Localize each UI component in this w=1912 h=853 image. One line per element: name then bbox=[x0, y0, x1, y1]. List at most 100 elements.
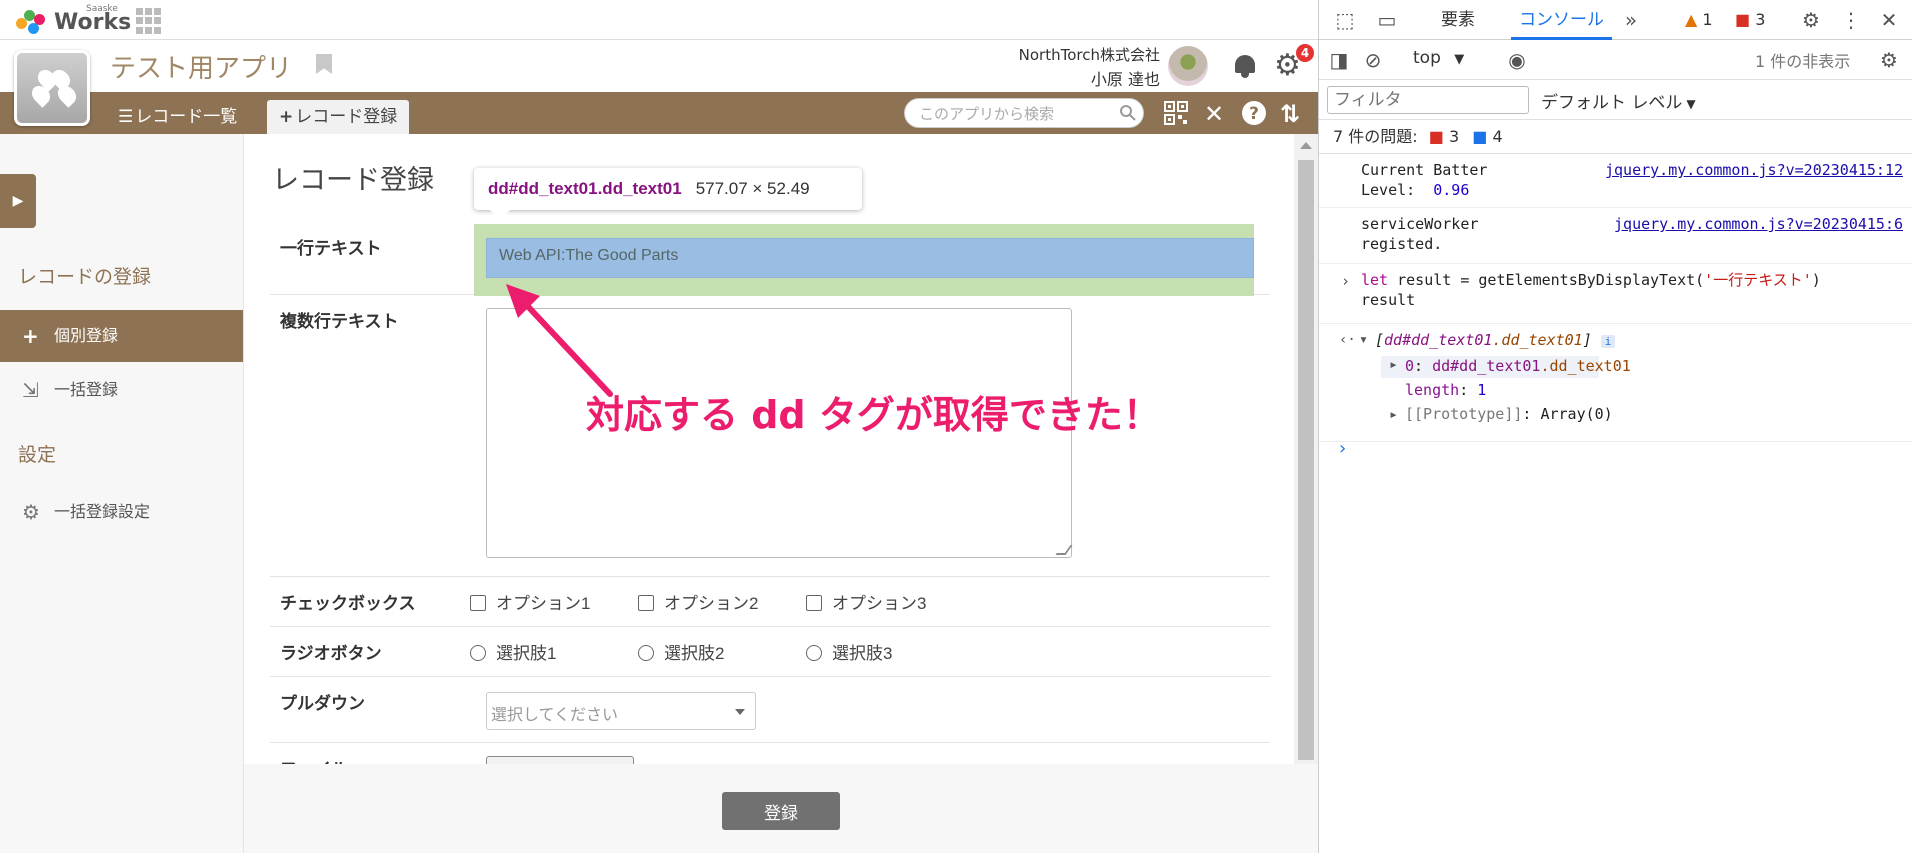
checkbox-option[interactable]: オプション1 bbox=[470, 589, 590, 614]
radio[interactable] bbox=[470, 645, 486, 661]
context-select[interactable]: top ▼ bbox=[1413, 48, 1464, 68]
hidden-count: 1 件の非表示 bbox=[1755, 52, 1851, 71]
issues-bar[interactable]: 7 件の問題: ■ 3 ■ 4 bbox=[1319, 120, 1912, 154]
result-item-0[interactable]: 0: dd#dd_text01.dd_text01 bbox=[1405, 356, 1631, 376]
works-logo[interactable]: Saaske Works bbox=[12, 4, 131, 36]
settings-gear-icon[interactable]: ⚙ bbox=[1799, 8, 1823, 32]
option-label: オプション3 bbox=[832, 594, 927, 613]
company-name: NorthTorch株式会社 bbox=[1018, 46, 1160, 64]
search-input[interactable] bbox=[919, 103, 1109, 125]
checkbox[interactable] bbox=[470, 595, 486, 611]
triangle-down-icon[interactable]: ▾ bbox=[1359, 330, 1368, 348]
console-log-entry: Current Batter Level: 0.96 jquery.my.com… bbox=[1319, 154, 1912, 208]
field-label: 一行テキスト bbox=[280, 239, 382, 259]
console-prompt-icon[interactable]: › bbox=[1339, 438, 1346, 459]
kebab-menu-icon[interactable]: ⋮ bbox=[1839, 8, 1863, 32]
list-icon: ☰ bbox=[118, 107, 134, 127]
close-icon[interactable]: ✕ bbox=[1877, 8, 1901, 32]
tab-record-register[interactable]: + レコード登録 bbox=[267, 100, 410, 134]
avatar[interactable] bbox=[1168, 46, 1208, 86]
grid-icon[interactable] bbox=[136, 8, 162, 34]
notification-badge: 4 bbox=[1296, 44, 1314, 62]
inspect-tooltip: dd#dd_text01.dd_text01 577.07 × 52.49 bbox=[474, 168, 862, 220]
qr-code-icon[interactable] bbox=[1162, 100, 1190, 128]
console-command-entry: › let result = getElementsByDisplayText(… bbox=[1319, 264, 1912, 324]
option-label: 選択肢1 bbox=[496, 644, 557, 663]
single-line-text-input[interactable]: Web API:The Good Parts bbox=[486, 238, 1254, 278]
eye-icon[interactable]: ◉ bbox=[1505, 48, 1529, 72]
user-name: 小原 達也 bbox=[1090, 70, 1160, 89]
radio[interactable] bbox=[638, 645, 654, 661]
checkbox-option[interactable]: オプション2 bbox=[638, 589, 758, 614]
radio[interactable] bbox=[806, 645, 822, 661]
field-label: ファイル bbox=[280, 755, 348, 764]
sidebar-item-bulk-register[interactable]: ⇲ 一括登録 bbox=[0, 364, 243, 416]
sidebar-heading-settings: 設定 bbox=[18, 444, 57, 466]
warning-icon: ▲ bbox=[1685, 10, 1698, 29]
checkbox[interactable] bbox=[638, 595, 654, 611]
log-source-link[interactable]: jquery.my.common.js?v=20230415:6 bbox=[1614, 214, 1903, 234]
context-value: top bbox=[1413, 48, 1441, 68]
scrollbar[interactable] bbox=[1294, 134, 1318, 764]
radio-option[interactable]: 選択肢1 bbox=[470, 639, 556, 664]
warning-badge[interactable]: ▲ 1 bbox=[1685, 0, 1713, 40]
tab-record-list[interactable]: ☰ レコード一覧 bbox=[106, 100, 249, 134]
form-row-radio: ラジオボタン 選択肢1 選択肢2 選択肢3 bbox=[270, 626, 1270, 676]
scroll-thumb[interactable] bbox=[1298, 160, 1314, 760]
sync-icon[interactable]: ⇅ bbox=[1276, 100, 1304, 128]
help-icon[interactable]: ? bbox=[1240, 100, 1268, 128]
bookmark-icon[interactable] bbox=[316, 54, 332, 74]
form-row-checkbox: チェックボックス オプション1 オプション2 オプション3 bbox=[270, 576, 1270, 626]
sidebar-toggle-button[interactable]: ▶ bbox=[0, 174, 36, 228]
log-message: Current Batter Level: 0.96 bbox=[1361, 161, 1488, 199]
option-label: オプション2 bbox=[664, 594, 759, 613]
tab-elements[interactable]: 要素 bbox=[1441, 0, 1475, 40]
checkbox-option[interactable]: オプション3 bbox=[806, 589, 926, 614]
console-settings-icon[interactable]: ⚙ bbox=[1877, 48, 1901, 72]
radio-option[interactable]: 選択肢2 bbox=[638, 639, 724, 664]
scroll-up-icon[interactable] bbox=[1300, 142, 1312, 149]
bell-icon[interactable] bbox=[1232, 52, 1258, 80]
field-label: 複数行テキスト bbox=[280, 312, 399, 332]
sidebar-item-label: 一括登録設定 bbox=[54, 502, 151, 521]
checkbox[interactable] bbox=[806, 595, 822, 611]
triangle-right-icon[interactable]: ▸ bbox=[1389, 404, 1398, 424]
console-result-entry: ‹· ▾ [dd#dd_text01.dd_text01] i ▸ 0: dd#… bbox=[1319, 324, 1912, 442]
result-array[interactable]: [dd#dd_text01.dd_text01] i bbox=[1375, 330, 1616, 352]
chevron-down-icon bbox=[735, 709, 745, 715]
console-log-entry: serviceWorker registed. jquery.my.common… bbox=[1319, 208, 1912, 264]
log-message: serviceWorker registed. bbox=[1361, 215, 1479, 253]
more-tabs-icon[interactable]: » bbox=[1619, 8, 1643, 32]
log-level-select[interactable]: デフォルト レベル ▼ bbox=[1541, 88, 1696, 113]
logo-petal bbox=[28, 23, 39, 34]
app-search[interactable] bbox=[904, 98, 1144, 128]
annotation-text: 対応する dd タグが取得できた！ bbox=[586, 393, 1161, 437]
issues-info-count: 4 bbox=[1492, 127, 1503, 146]
log-source-link[interactable]: jquery.my.common.js?v=20230415:12 bbox=[1605, 160, 1903, 180]
search-icon[interactable] bbox=[1119, 104, 1137, 122]
device-toggle-icon[interactable]: ▭ bbox=[1375, 8, 1399, 32]
resize-handle[interactable] bbox=[1055, 545, 1073, 555]
sidebar-item-bulk-settings[interactable]: ⚙ 一括登録設定 bbox=[0, 486, 243, 538]
page-title: レコード登録 bbox=[272, 165, 434, 196]
submit-button[interactable]: 登録 bbox=[722, 792, 840, 830]
result-arrow-icon: ‹· bbox=[1339, 332, 1356, 348]
result-prototype[interactable]: [[Prototype]]: Array(0) bbox=[1405, 404, 1613, 424]
chevron-right-icon: › bbox=[1341, 272, 1351, 290]
sidebar-toggle-icon[interactable]: ◨ bbox=[1327, 48, 1351, 72]
error-badge[interactable]: ■ 3 bbox=[1735, 0, 1765, 40]
field-label: ラジオボタン bbox=[280, 644, 382, 664]
tools-icon[interactable]: ✕ bbox=[1200, 100, 1228, 128]
console-filter-bar: デフォルト レベル▼ bbox=[1319, 80, 1912, 120]
sidebar-item-single-register[interactable]: + 個別登録 bbox=[0, 310, 243, 362]
app-title: テスト用アプリ bbox=[110, 54, 293, 84]
triangle-right-icon[interactable]: ▸ bbox=[1389, 354, 1398, 374]
app-header: テスト用アプリ NorthTorch株式会社 小原 達也 ⚙ 4 bbox=[0, 40, 1318, 126]
inspect-icon[interactable]: ⬚ bbox=[1333, 8, 1357, 32]
clear-console-icon[interactable]: ⊘ bbox=[1361, 48, 1385, 72]
tab-console[interactable]: コンソール bbox=[1511, 0, 1612, 40]
filter-input[interactable] bbox=[1327, 86, 1529, 114]
top-bar: Saaske Works bbox=[0, 0, 1318, 40]
radio-option[interactable]: 選択肢3 bbox=[806, 639, 892, 664]
pulldown-select[interactable]: 選択してください bbox=[486, 692, 756, 730]
